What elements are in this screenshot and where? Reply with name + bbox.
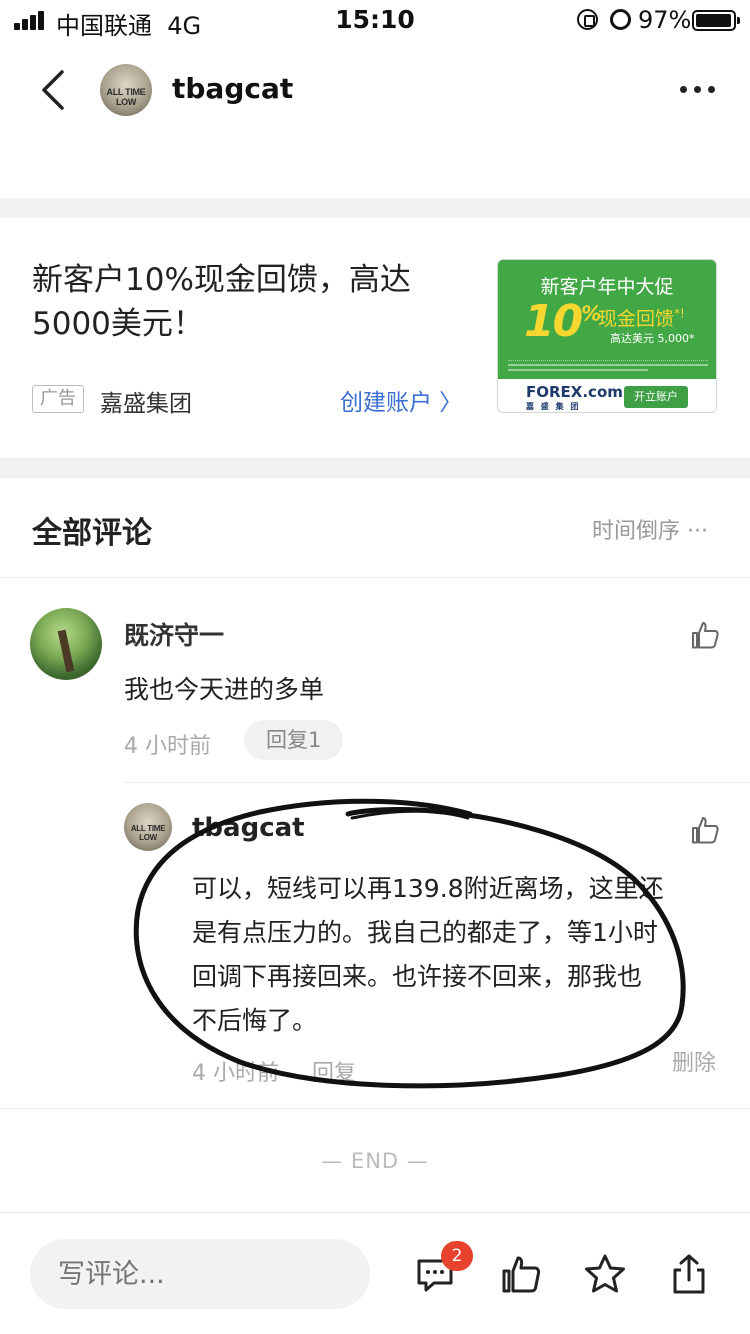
reply-count-button[interactable]: 回复1 (244, 720, 344, 760)
like-icon[interactable] (690, 815, 720, 845)
banner-amount: 高达美元 5,000* (610, 332, 695, 345)
star-icon[interactable] (584, 1253, 626, 1295)
end-marker: — END — (321, 1149, 429, 1173)
banner-headline: 新客户年中大促 (540, 276, 674, 298)
like-icon[interactable] (690, 620, 720, 650)
ad-title[interactable]: 新客户10%现金回馈，高达5000美元！ (32, 258, 462, 346)
battery-percent: 97% (638, 6, 692, 34)
reply-button[interactable]: 回复 (312, 1055, 356, 1087)
banner-fine-print (508, 360, 708, 374)
comment-count-badge: 2 (441, 1241, 473, 1271)
comment-text: 我也今天进的多单 (124, 675, 325, 704)
open-account-button[interactable]: 开立账户 (624, 386, 688, 408)
avatar[interactable]: ALL TIME LOW (100, 64, 152, 116)
comment-author[interactable]: 既济守一 (124, 616, 224, 652)
avatar[interactable] (30, 608, 102, 680)
share-icon[interactable] (668, 1253, 710, 1295)
reply-author[interactable]: tbagcat (192, 813, 305, 843)
banner-percent: 10% (524, 296, 601, 347)
comment-time: 4 小时前 (124, 734, 211, 759)
status-bar: 中国联通 4G 15:10 97% (0, 0, 750, 40)
banner-subtitle: 现金回馈*! (598, 306, 685, 330)
like-icon[interactable] (500, 1253, 542, 1295)
comment-input[interactable] (30, 1239, 370, 1309)
comments-header: 全部评论 时间倒序 ··· (0, 478, 750, 578)
create-account-link[interactable]: 创建账户 〉 (340, 383, 462, 417)
bottom-toolbar: 2 (0, 1212, 750, 1334)
delete-button[interactable]: 删除 (672, 1045, 716, 1077)
comments-title: 全部评论 (32, 516, 152, 551)
rotation-lock-icon (577, 9, 598, 30)
alarm-icon (610, 9, 631, 30)
ad-label: 广告 (32, 385, 84, 413)
divider (0, 198, 750, 218)
sort-toggle[interactable]: 时间倒序 ··· (592, 513, 708, 545)
reply-text: 可以，短线可以再139.8附近离场，这里还 是有点压力的。我自己的都走了，等1小… (192, 874, 664, 1035)
forex-logo: FOREX.com 嘉 盛 集 团 (526, 383, 623, 411)
reply-time: 4 小时前 (192, 1061, 279, 1086)
avatar[interactable]: ALL TIME LOW (124, 803, 172, 851)
ad-advertiser: 嘉盛集团 (100, 391, 192, 417)
battery-icon (692, 10, 740, 31)
more-options-icon[interactable] (676, 82, 720, 98)
divider (0, 458, 750, 478)
header: ALL TIME LOW tbagcat (0, 40, 750, 140)
back-icon[interactable] (38, 68, 68, 112)
page-title[interactable]: tbagcat (172, 72, 293, 105)
divider (0, 1108, 750, 1109)
ad-card[interactable]: 新客户10%现金回馈，高达5000美元！ 广告 嘉盛集团 创建账户 〉 新客户年… (0, 218, 750, 458)
divider (124, 782, 750, 783)
ad-banner-image[interactable]: 新客户年中大促 10% 现金回馈*! 高达美元 5,000* FOREX.com… (497, 259, 717, 413)
